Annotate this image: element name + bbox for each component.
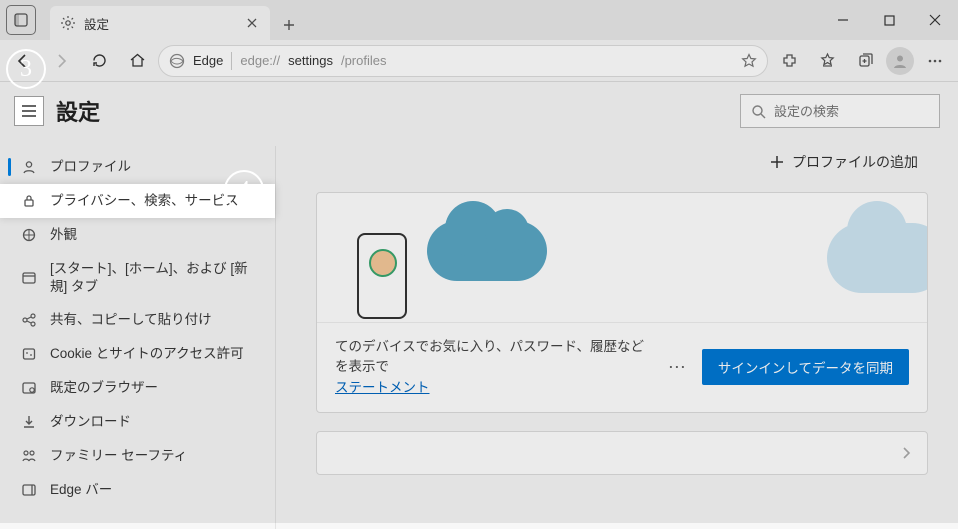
sidebar-item-privacy[interactable]: プライバシー、検索、サービス xyxy=(0,184,275,218)
edge-icon xyxy=(169,53,185,69)
sidebar-item-label: 既定のブラウザー xyxy=(50,379,158,397)
collections-button[interactable] xyxy=(848,44,882,78)
address-bar[interactable]: Edge edge:// settings/profiles xyxy=(158,45,768,77)
sidebar-item-downloads[interactable]: ダウンロード xyxy=(0,405,275,439)
sidebar-item-label: 共有、コピーして貼り付け xyxy=(50,311,212,329)
sidebar-item-share-copy[interactable]: 共有、コピーして貼り付け xyxy=(0,303,275,337)
lock-icon xyxy=(20,192,38,210)
settings-sidebar: プロファイル プライバシー、検索、サービス 外観 [スタート]、[ホーム]、およ… xyxy=(0,146,275,529)
add-profile-label: プロファイルの追加 xyxy=(792,152,918,172)
sidebar-item-edge-bar[interactable]: Edge バー xyxy=(0,473,275,507)
minimize-button[interactable] xyxy=(820,0,866,40)
sidebar-item-family-safety[interactable]: ファミリー セーフティ xyxy=(0,439,275,473)
settings-title: 設定 xyxy=(56,95,100,127)
more-options-button[interactable]: ⋯ xyxy=(668,357,688,378)
tab-title: 設定 xyxy=(84,14,236,33)
sidebar-item-appearance[interactable]: 外観 xyxy=(0,218,275,252)
address-url-tail: /profiles xyxy=(341,53,387,68)
browser-toolbar: Edge edge:// settings/profiles xyxy=(0,40,958,82)
address-scheme-label: Edge xyxy=(193,53,223,68)
sidebar-item-profile[interactable]: プロファイル xyxy=(0,150,275,184)
settings-menu-toggle[interactable] xyxy=(14,96,44,126)
window-titlebar: 設定 xyxy=(0,0,958,40)
profile-card: てのデバイスでお気に入り、パスワード、履歴などを表示で ステートメント ⋯ サイ… xyxy=(316,192,928,413)
tab-icon xyxy=(20,269,38,287)
home-button[interactable] xyxy=(120,44,154,78)
sidebar-item-label: ファミリー セーフティ xyxy=(50,447,187,465)
settings-search-input[interactable] xyxy=(774,104,950,119)
address-url-dim: edge:// xyxy=(240,53,280,68)
new-tab-button[interactable] xyxy=(274,10,304,40)
sidebar-item-label: Cookie とサイトのアクセス許可 xyxy=(50,345,244,363)
cookie-icon xyxy=(20,345,38,363)
tab-strip: 設定 xyxy=(42,0,820,40)
close-window-button[interactable] xyxy=(912,0,958,40)
add-profile-button[interactable]: プロファイルの追加 xyxy=(770,152,918,172)
sync-description: てのデバイスでお気に入り、パスワード、履歴などを表示で ステートメント xyxy=(335,337,654,398)
settings-header: 設定 xyxy=(0,82,958,146)
profile-settings-row[interactable] xyxy=(316,431,928,475)
search-icon xyxy=(751,104,766,119)
settings-main: プロファイルの追加 てのデバイスでお気に入り、パスワード、履歴などを表示で ステ… xyxy=(275,146,958,529)
download-icon xyxy=(20,413,38,431)
appearance-icon xyxy=(20,226,38,244)
forward-button[interactable] xyxy=(44,44,78,78)
edgebar-icon xyxy=(20,481,38,499)
sidebar-item-label: 外観 xyxy=(50,226,77,244)
gear-icon xyxy=(60,15,76,31)
address-url-mid: settings xyxy=(288,53,333,68)
browser-tab[interactable]: 設定 xyxy=(50,6,270,40)
app-menu-button[interactable] xyxy=(6,5,36,35)
back-button[interactable] xyxy=(6,44,40,78)
tab-close-button[interactable] xyxy=(244,15,260,31)
extensions-button[interactable] xyxy=(772,44,806,78)
browser-icon xyxy=(20,379,38,397)
sidebar-item-label: プライバシー、検索、サービス xyxy=(50,192,239,210)
favorites-button[interactable] xyxy=(810,44,844,78)
sidebar-item-cookies[interactable]: Cookie とサイトのアクセス許可 xyxy=(0,337,275,371)
chevron-right-icon xyxy=(901,445,911,461)
profile-avatar[interactable] xyxy=(886,47,914,75)
privacy-statement-link[interactable]: ステートメント xyxy=(335,380,430,395)
sidebar-item-label: プロファイル xyxy=(50,158,131,176)
more-menu-button[interactable] xyxy=(918,44,952,78)
profile-icon xyxy=(20,158,38,176)
sidebar-item-start-home[interactable]: [スタート]、[ホーム]、および [新規] タブ xyxy=(0,252,275,303)
sidebar-item-label: [スタート]、[ホーム]、および [新規] タブ xyxy=(50,260,259,295)
window-controls xyxy=(820,0,958,40)
refresh-button[interactable] xyxy=(82,44,116,78)
sidebar-item-label: Edge バー xyxy=(50,481,112,499)
maximize-button[interactable] xyxy=(866,0,912,40)
sidebar-item-label: ダウンロード xyxy=(50,413,131,431)
share-icon xyxy=(20,311,38,329)
sidebar-item-default-browser[interactable]: 既定のブラウザー xyxy=(0,371,275,405)
favorite-star-icon[interactable] xyxy=(741,53,757,69)
settings-search[interactable] xyxy=(740,94,940,128)
sync-illustration xyxy=(317,193,927,323)
sign-in-sync-button[interactable]: サインインしてデータを同期 xyxy=(702,349,909,385)
divider xyxy=(231,52,232,70)
family-icon xyxy=(20,447,38,465)
